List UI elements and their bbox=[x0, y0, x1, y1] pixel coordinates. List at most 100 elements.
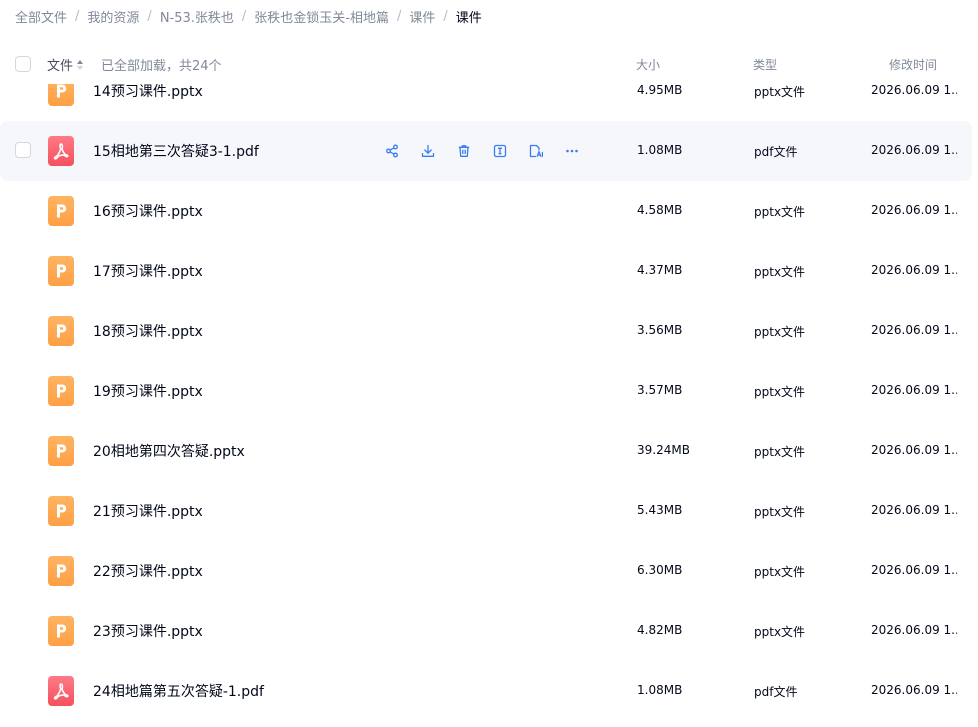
file-type: pptx文件 bbox=[754, 445, 806, 459]
file-modified-time: 2026.06.09 1... bbox=[871, 84, 957, 97]
more-icon bbox=[565, 144, 579, 158]
file-row[interactable]: 24相地篇第五次答疑-1.pdf 1.08MB pdf文件 2026.06.09 1.… bbox=[0, 661, 972, 721]
file-modified-time: 2026.06.09 1... bbox=[871, 263, 957, 277]
file-row[interactable]: 17预习课件.pptx 4.37MB pptx文件 2026.06.09 1... bbox=[0, 241, 972, 301]
breadcrumb: 全部文件 / 我的资源 / N-53.张秩也 / 张秩也金锁玉关-相地篇 / 课件 / 课件 bbox=[15, 6, 482, 26]
delete-icon bbox=[457, 144, 471, 158]
rename-button[interactable] bbox=[482, 136, 518, 166]
file-size: 4.58MB bbox=[637, 203, 683, 217]
file-type: pptx文件 bbox=[754, 85, 806, 99]
breadcrumb-separator: / bbox=[443, 8, 448, 24]
more-button[interactable] bbox=[554, 136, 590, 166]
file-list-header: 文件 已全部加载，共24个 大小 类型 修改时间 bbox=[0, 44, 978, 84]
file-name[interactable]: 15相地第三次答疑3-1.pdf bbox=[93, 141, 259, 161]
download-button[interactable] bbox=[410, 136, 446, 166]
breadcrumb-item[interactable]: 全部文件 bbox=[15, 7, 67, 26]
share-icon bbox=[385, 144, 399, 158]
select-all-checkbox[interactable] bbox=[15, 56, 31, 72]
file-rows: 14预习课件.pptx 4.95MB pptx文件 2026.06.09 1... 15… bbox=[0, 84, 978, 721]
file-name[interactable]: 24相地篇第五次答疑-1.pdf bbox=[93, 681, 264, 701]
loaded-count-text: 已全部加载，共24个 bbox=[101, 59, 222, 74]
breadcrumb-item[interactable]: 张秩也金锁玉关-相地篇 bbox=[254, 7, 389, 26]
pptx-file-icon bbox=[48, 196, 74, 226]
breadcrumb-item[interactable]: 课件 bbox=[409, 7, 435, 26]
file-modified-time: 2026.06.09 1... bbox=[871, 443, 957, 457]
file-type: pptx文件 bbox=[754, 325, 806, 339]
file-name[interactable]: 23预习课件.pptx bbox=[93, 621, 203, 641]
file-type: pptx文件 bbox=[754, 565, 806, 579]
file-size: 5.43MB bbox=[637, 503, 683, 517]
file-modified-time: 2026.06.09 1... bbox=[871, 563, 957, 577]
file-size: 3.57MB bbox=[637, 383, 683, 397]
pdf-file-icon bbox=[48, 676, 74, 706]
file-size: 39.24MB bbox=[637, 443, 690, 457]
type-column-header[interactable]: 类型 bbox=[753, 56, 777, 73]
file-row[interactable]: 22预习课件.pptx 6.30MB pptx文件 2026.06.09 1... bbox=[0, 541, 972, 601]
pdf-file-icon bbox=[48, 136, 74, 166]
file-type: pdf文件 bbox=[754, 685, 798, 699]
file-modified-time: 2026.06.09 1... bbox=[871, 203, 957, 217]
file-list[interactable]: 14预习课件.pptx 4.95MB pptx文件 2026.06.09 1... 15… bbox=[0, 84, 978, 727]
breadcrumb-separator: / bbox=[147, 8, 152, 24]
time-column-header[interactable]: 修改时间 bbox=[889, 56, 937, 73]
sort-icon[interactable] bbox=[77, 59, 84, 70]
breadcrumb-item[interactable]: 我的资源 bbox=[87, 7, 139, 26]
file-modified-time: 2026.06.09 1... bbox=[871, 623, 957, 637]
file-size: 3.56MB bbox=[637, 323, 683, 337]
row-checkbox[interactable] bbox=[15, 142, 31, 158]
pptx-file-icon bbox=[48, 436, 74, 466]
pptx-file-icon bbox=[48, 616, 74, 646]
file-row[interactable]: 19预习课件.pptx 3.57MB pptx文件 2026.06.09 1... bbox=[0, 361, 972, 421]
file-row[interactable]: 21预习课件.pptx 5.43MB pptx文件 2026.06.09 1... bbox=[0, 481, 972, 541]
pptx-file-icon bbox=[48, 256, 74, 286]
pptx-file-icon bbox=[48, 316, 74, 346]
file-type: pptx文件 bbox=[754, 625, 806, 639]
name-column-label: 文件 bbox=[47, 59, 74, 74]
file-type: pptx文件 bbox=[754, 265, 806, 279]
row-actions bbox=[374, 136, 590, 166]
file-name[interactable]: 20相地第四次答疑.pptx bbox=[93, 441, 245, 461]
file-row[interactable]: 18预习课件.pptx 3.56MB pptx文件 2026.06.09 1... bbox=[0, 301, 972, 361]
file-modified-time: 2026.06.09 1... bbox=[871, 143, 957, 157]
file-size: 1.08MB bbox=[637, 143, 683, 157]
download-icon bbox=[421, 144, 435, 158]
file-type: pptx文件 bbox=[754, 505, 806, 519]
ai-button[interactable] bbox=[518, 136, 554, 166]
file-name[interactable]: 17预习课件.pptx bbox=[93, 261, 203, 281]
pptx-file-icon bbox=[48, 376, 74, 406]
ai-icon bbox=[528, 144, 544, 158]
delete-button[interactable] bbox=[446, 136, 482, 166]
file-name[interactable]: 21预习课件.pptx bbox=[93, 501, 203, 521]
file-size: 1.08MB bbox=[637, 683, 683, 697]
name-column-header[interactable]: 文件 bbox=[47, 55, 84, 74]
file-row[interactable]: 15相地第三次答疑3-1.pdf 1.08MB pdf文件 2026.06.09 1.… bbox=[0, 121, 972, 181]
file-name[interactable]: 16预习课件.pptx bbox=[93, 201, 203, 221]
file-type: pptx文件 bbox=[754, 205, 806, 219]
breadcrumb-separator: / bbox=[241, 8, 247, 24]
file-row[interactable]: 23预习课件.pptx 4.82MB pptx文件 2026.06.09 1... bbox=[0, 601, 972, 661]
file-type: pptx文件 bbox=[754, 385, 806, 399]
pptx-file-icon bbox=[48, 556, 74, 586]
file-modified-time: 2026.06.09 1... bbox=[871, 503, 957, 517]
file-name[interactable]: 22预习课件.pptx bbox=[93, 561, 203, 581]
file-name[interactable]: 14预习课件.pptx bbox=[93, 84, 203, 101]
file-name[interactable]: 18预习课件.pptx bbox=[93, 321, 203, 341]
file-size: 4.82MB bbox=[637, 623, 683, 637]
file-row[interactable]: 14预习课件.pptx 4.95MB pptx文件 2026.06.09 1... bbox=[0, 84, 972, 121]
file-size: 4.95MB bbox=[637, 84, 683, 97]
file-name[interactable]: 19预习课件.pptx bbox=[93, 381, 203, 401]
breadcrumb-item[interactable]: N-53.张秩也 bbox=[160, 7, 234, 26]
pptx-file-icon bbox=[48, 84, 74, 106]
file-modified-time: 2026.06.09 1... bbox=[871, 683, 957, 697]
file-size: 4.37MB bbox=[637, 263, 683, 277]
file-row[interactable]: 16预习课件.pptx 4.58MB pptx文件 2026.06.09 1... bbox=[0, 181, 972, 241]
breadcrumb-current: 课件 bbox=[455, 10, 482, 26]
file-row[interactable]: 20相地第四次答疑.pptx 39.24MB pptx文件 2026.06.09 1.… bbox=[0, 421, 972, 481]
pptx-file-icon bbox=[48, 496, 74, 526]
rename-icon bbox=[493, 144, 507, 158]
size-column-header[interactable]: 大小 bbox=[636, 56, 660, 73]
file-size: 6.30MB bbox=[637, 563, 683, 577]
file-modified-time: 2026.06.09 1... bbox=[871, 323, 957, 337]
share-button[interactable] bbox=[374, 136, 410, 166]
file-modified-time: 2026.06.09 1... bbox=[871, 383, 957, 397]
